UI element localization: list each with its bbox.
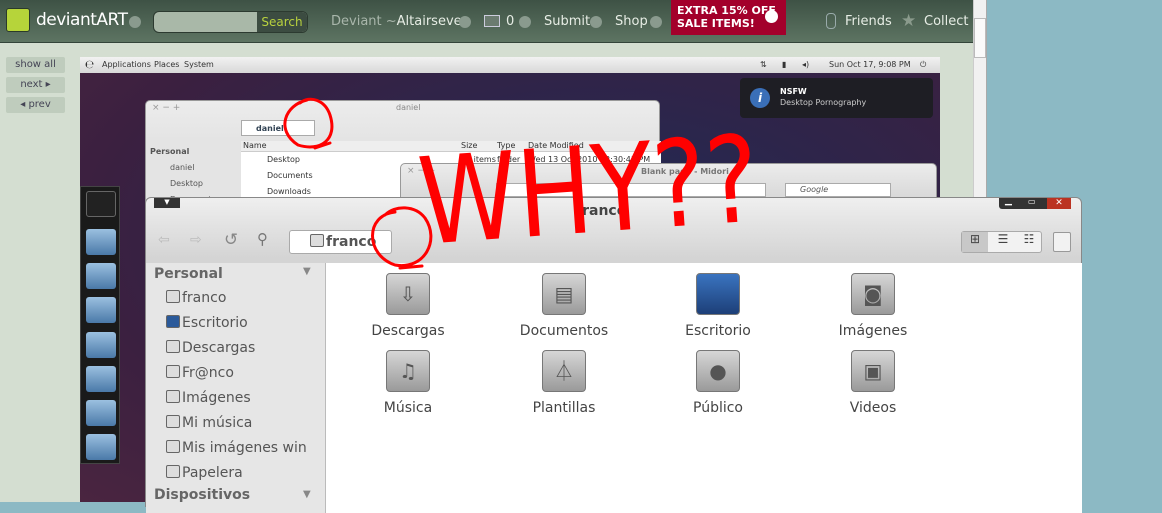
annotation-text: WHY?? <box>414 110 763 272</box>
circle-scribble-daniel <box>283 97 334 150</box>
red-scribble-annotation: WHY?? <box>283 97 763 273</box>
